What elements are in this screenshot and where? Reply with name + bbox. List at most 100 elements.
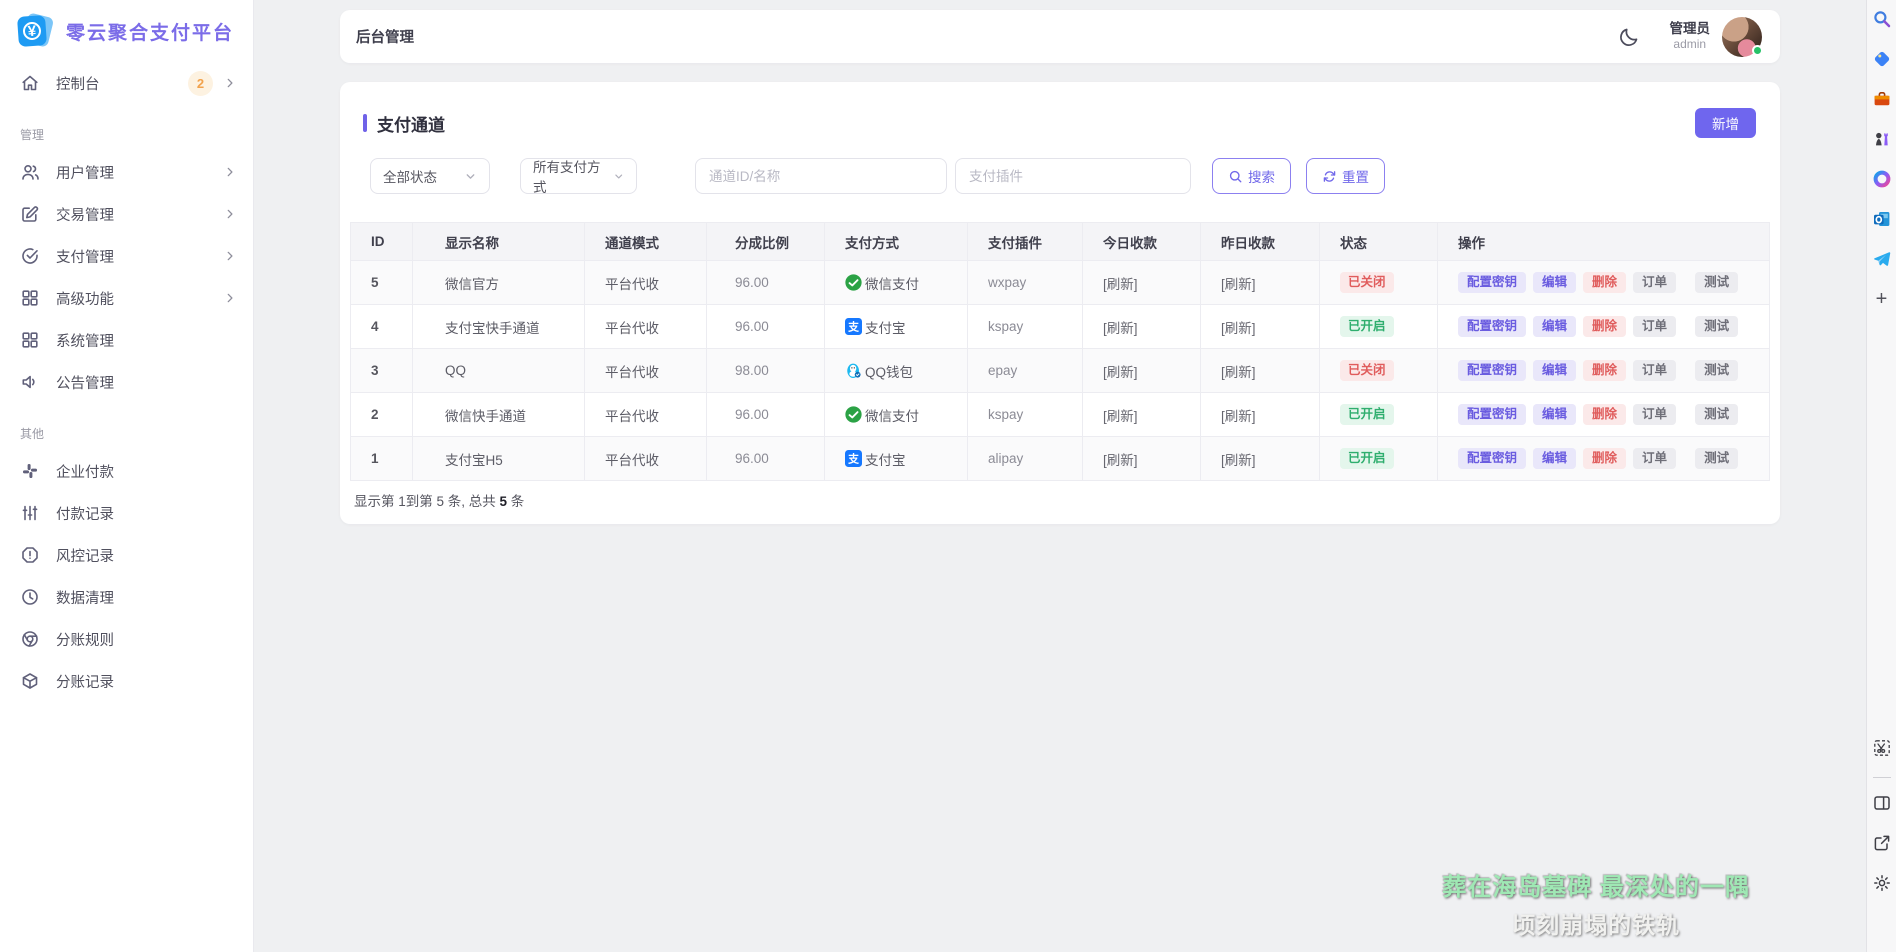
channel-id-input[interactable] bbox=[709, 169, 933, 184]
add-button[interactable]: 新增 bbox=[1695, 108, 1756, 138]
toolbox-icon[interactable] bbox=[1871, 88, 1893, 110]
sidebar-item-risk-records[interactable]: 风控记录 bbox=[0, 534, 253, 576]
refresh-link[interactable]: [刷新] bbox=[1103, 277, 1138, 292]
action-config-key[interactable]: 配置密钥 bbox=[1458, 448, 1526, 469]
accent-bar bbox=[363, 114, 367, 132]
cell-plugin: kspay bbox=[968, 393, 1083, 437]
cell-actions: 配置密钥编辑删除订单测试 bbox=[1438, 305, 1770, 349]
refresh-link[interactable]: [刷新] bbox=[1221, 453, 1256, 468]
action-test[interactable]: 测试 bbox=[1695, 360, 1738, 381]
chevron-down-icon bbox=[613, 170, 624, 183]
action-order[interactable]: 订单 bbox=[1633, 404, 1676, 425]
search-button[interactable]: 搜索 bbox=[1212, 158, 1291, 194]
column-header: 显示名称 bbox=[413, 223, 585, 261]
method-select[interactable]: 所有支付方式 bbox=[520, 158, 637, 194]
yen-symbol: ¥ bbox=[22, 21, 41, 40]
sidebar-item-split-rules[interactable]: 分账规则 bbox=[0, 618, 253, 660]
outlook-icon[interactable] bbox=[1871, 208, 1893, 230]
sidebar-item-split-records[interactable]: 分账记录 bbox=[0, 660, 253, 702]
reset-button[interactable]: 重置 bbox=[1306, 158, 1385, 194]
sidebar-item-label: 交易管理 bbox=[56, 204, 114, 225]
svg-text:支: 支 bbox=[847, 451, 859, 465]
status-badge: 已开启 bbox=[1340, 448, 1394, 469]
tag-icon[interactable] bbox=[1871, 48, 1893, 70]
action-delete[interactable]: 删除 bbox=[1583, 316, 1626, 337]
divider bbox=[1873, 777, 1891, 778]
action-delete[interactable]: 删除 bbox=[1583, 360, 1626, 381]
cell-today: [刷新] bbox=[1083, 305, 1201, 349]
plugin-input[interactable] bbox=[969, 169, 1177, 184]
action-delete[interactable]: 删除 bbox=[1583, 404, 1626, 425]
status-select[interactable]: 全部状态 bbox=[370, 158, 490, 194]
action-edit[interactable]: 编辑 bbox=[1533, 316, 1576, 337]
refresh-link[interactable]: [刷新] bbox=[1103, 365, 1138, 380]
action-config-key[interactable]: 配置密钥 bbox=[1458, 360, 1526, 381]
sidebar-item-announcements[interactable]: 公告管理 bbox=[0, 361, 253, 403]
sidebar-item-label: 高级功能 bbox=[56, 288, 114, 309]
sidebar-item-console[interactable]: 控制台2 bbox=[0, 62, 253, 104]
telegram-icon[interactable] bbox=[1871, 248, 1893, 270]
chevron-right-icon bbox=[223, 165, 237, 179]
action-test[interactable]: 测试 bbox=[1695, 404, 1738, 425]
cell-actions: 配置密钥编辑删除订单测试 bbox=[1438, 393, 1770, 437]
cell-actions: 配置密钥编辑删除订单测试 bbox=[1438, 437, 1770, 481]
chevron-right-icon bbox=[223, 207, 237, 221]
cell-mode: 平台代收 bbox=[585, 305, 707, 349]
speaker-icon bbox=[20, 372, 40, 392]
pagination-summary: 显示第 1到第 5 条, 总共 5 条 bbox=[350, 481, 1770, 512]
action-delete[interactable]: 删除 bbox=[1583, 272, 1626, 293]
action-test[interactable]: 测试 bbox=[1695, 316, 1738, 337]
logo-row: ¥ 零云聚合支付平台 bbox=[0, 8, 253, 58]
wechat-icon bbox=[845, 274, 862, 291]
sidebar-item-users[interactable]: 用户管理 bbox=[0, 151, 253, 193]
action-edit[interactable]: 编辑 bbox=[1533, 272, 1576, 293]
refresh-link[interactable]: [刷新] bbox=[1221, 365, 1256, 380]
grid-icon bbox=[20, 288, 40, 308]
alipay-icon: 支 bbox=[845, 450, 862, 467]
action-order[interactable]: 订单 bbox=[1633, 448, 1676, 469]
action-test[interactable]: 测试 bbox=[1695, 448, 1738, 469]
action-order[interactable]: 订单 bbox=[1633, 360, 1676, 381]
action-edit[interactable]: 编辑 bbox=[1533, 404, 1576, 425]
cell-mode: 平台代收 bbox=[585, 261, 707, 305]
sidebar-item-system[interactable]: 系统管理 bbox=[0, 319, 253, 361]
action-edit[interactable]: 编辑 bbox=[1533, 448, 1576, 469]
snip-icon[interactable] bbox=[1871, 737, 1893, 759]
action-edit[interactable]: 编辑 bbox=[1533, 360, 1576, 381]
cell-id: 3 bbox=[351, 349, 413, 393]
sidebar-item-trades[interactable]: 交易管理 bbox=[0, 193, 253, 235]
split-view-icon[interactable] bbox=[1871, 792, 1893, 814]
action-config-key[interactable]: 配置密钥 bbox=[1458, 404, 1526, 425]
refresh-link[interactable]: [刷新] bbox=[1221, 409, 1256, 424]
sidebar-item-payments[interactable]: 支付管理 bbox=[0, 235, 253, 277]
cell-yesterday: [刷新] bbox=[1201, 349, 1320, 393]
sidebar-item-advanced[interactable]: 高级功能 bbox=[0, 277, 253, 319]
refresh-link[interactable]: [刷新] bbox=[1103, 409, 1138, 424]
search-colorful-icon[interactable] bbox=[1871, 8, 1893, 30]
cell-name: 微信官方 bbox=[413, 261, 585, 305]
refresh-link[interactable]: [刷新] bbox=[1103, 453, 1138, 468]
action-config-key[interactable]: 配置密钥 bbox=[1458, 316, 1526, 337]
app-logo-icon: ¥ bbox=[18, 14, 54, 48]
action-order[interactable]: 订单 bbox=[1633, 316, 1676, 337]
refresh-link[interactable]: [刷新] bbox=[1221, 277, 1256, 292]
sidebar-item-pay-records[interactable]: 付款记录 bbox=[0, 492, 253, 534]
chess-icon[interactable] bbox=[1871, 128, 1893, 150]
action-order[interactable]: 订单 bbox=[1633, 272, 1676, 293]
action-test[interactable]: 测试 bbox=[1695, 272, 1738, 293]
m365-icon[interactable] bbox=[1871, 168, 1893, 190]
dark-mode-toggle[interactable] bbox=[1618, 26, 1640, 48]
user-name: 管理员 bbox=[1670, 21, 1711, 38]
sidebar-nav: 控制台2管理用户管理交易管理支付管理高级功能系统管理公告管理其他企业付款付款记录… bbox=[0, 58, 253, 702]
action-config-key[interactable]: 配置密钥 bbox=[1458, 272, 1526, 293]
sidebar-item-corp-pay[interactable]: 企业付款 bbox=[0, 450, 253, 492]
settings-icon[interactable] bbox=[1871, 872, 1893, 894]
external-link-icon[interactable] bbox=[1871, 832, 1893, 854]
avatar[interactable] bbox=[1722, 17, 1762, 57]
refresh-link[interactable]: [刷新] bbox=[1103, 321, 1138, 336]
video-subtitle-overlay: 葬在海岛墓碑 最深处的一隅 顷刻崩塌的铁轨 bbox=[1442, 867, 1750, 940]
plus-icon[interactable]: + bbox=[1871, 288, 1893, 310]
sidebar-item-data-clean[interactable]: 数据清理 bbox=[0, 576, 253, 618]
action-delete[interactable]: 删除 bbox=[1583, 448, 1626, 469]
refresh-link[interactable]: [刷新] bbox=[1221, 321, 1256, 336]
